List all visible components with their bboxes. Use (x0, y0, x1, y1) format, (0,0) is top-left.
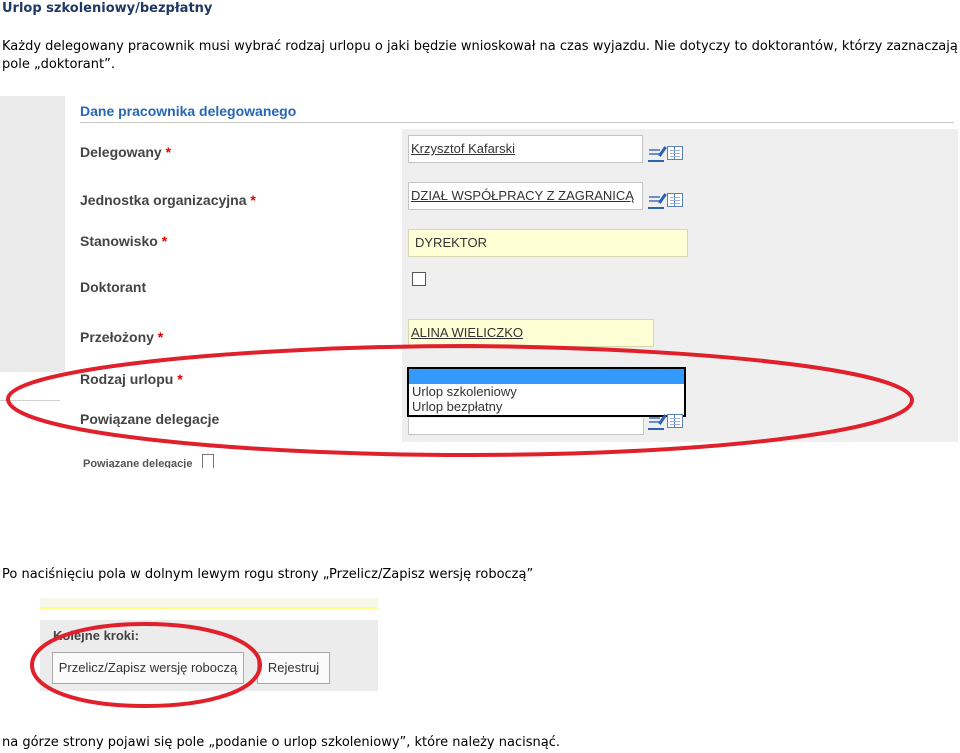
address-book-icon[interactable] (667, 414, 683, 428)
doktorant-checkbox[interactable] (412, 272, 426, 286)
register-button[interactable]: Rejestruj (257, 652, 330, 684)
address-book-icon[interactable] (667, 146, 683, 160)
label-delegowany: Delegowany * (80, 144, 172, 160)
delegowany-tools (648, 146, 683, 162)
instruction-paragraph: Po naciśnięciu pola w dolnym lewym rogu … (2, 567, 534, 582)
label-powiazane-delegacje: Powiązane delegacje (80, 411, 220, 427)
powiazane-tools (648, 414, 683, 430)
top-strip (40, 598, 378, 609)
label-przelozony: Przełożony * (80, 329, 164, 345)
left-panel (0, 96, 65, 372)
next-steps-title: Kolejne kroki: (53, 628, 139, 643)
next-steps-panel: Kolejne kroki: Przelicz/Zapisz wersję ro… (40, 620, 378, 691)
form-screenshot: Dane pracownika delegowanego Delegowany … (0, 96, 960, 468)
result-paragraph: na górze strony pojawi się pole „podanie… (2, 735, 560, 750)
divider (0, 400, 60, 401)
address-book-icon[interactable] (667, 193, 683, 207)
jednostka-tools (648, 193, 683, 209)
steps-screenshot: Kolejne kroki: Przelicz/Zapisz wersję ro… (40, 598, 380, 691)
intro-paragraph: Każdy delegowany pracownik musi wybrać r… (2, 39, 958, 72)
powiazane-delegacje-link[interactable]: Powiązane delegacje (83, 457, 192, 468)
powiazane-field[interactable] (408, 418, 644, 435)
przelozony-field: ALINA WIELICZKO (408, 319, 654, 347)
label-stanowisko: Stanowisko * (80, 233, 168, 249)
section-title: Dane pracownika delegowanego (80, 103, 297, 119)
document-heading: Urlop szkoleniowy/bezpłatny (2, 1, 213, 16)
label-rodzaj-urlopu: Rodzaj urlopu * (80, 371, 183, 387)
rodzaj-urlopu-dropdown[interactable]: Urlop szkoleniowy Urlop bezpłatny (407, 367, 686, 417)
stanowisko-field: DYREKTOR (408, 229, 688, 257)
dropdown-option-bezplatny[interactable]: Urlop bezpłatny (409, 399, 684, 414)
edit-icon[interactable] (648, 146, 664, 162)
document-icon[interactable] (202, 454, 214, 468)
edit-icon[interactable] (648, 414, 664, 430)
edit-icon[interactable] (648, 193, 664, 209)
delegowany-field[interactable]: Krzysztof Kafarski (408, 135, 643, 163)
jednostka-field[interactable]: DZIAŁ WSPÓŁPRACY Z ZAGRANICĄ (408, 182, 643, 210)
label-jednostka: Jednostka organizacyjna * (80, 192, 256, 208)
label-doktorant: Doktorant (80, 279, 147, 295)
dropdown-option-szkoleniowy[interactable]: Urlop szkoleniowy (409, 384, 684, 399)
dropdown-option-empty[interactable] (409, 369, 684, 384)
section-divider (80, 122, 954, 123)
save-draft-button[interactable]: Przelicz/Zapisz wersję roboczą (52, 652, 244, 684)
